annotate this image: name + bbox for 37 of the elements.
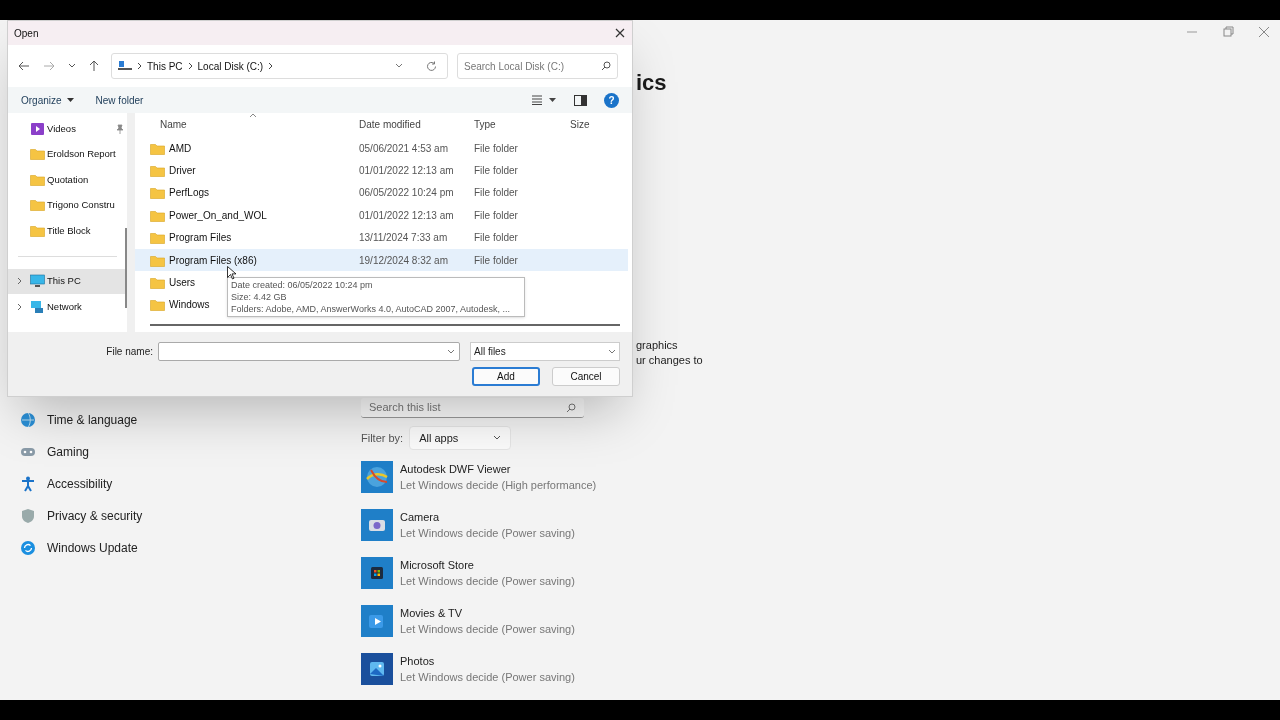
description-text: graphics (636, 338, 679, 353)
file-name: Program Files (x86) (169, 253, 257, 268)
file-name: Power_On_and_WOL (169, 208, 267, 223)
file-name: Program Files (169, 231, 232, 246)
description-text: ur changes to (636, 353, 703, 368)
app-name: Autodesk DWF Viewer (400, 462, 512, 477)
file-type: File folder (474, 209, 518, 221)
app-preference: Let Windows decide (Power saving) (400, 526, 575, 541)
filter-label: Filter by: (361, 430, 404, 446)
file-name: AMD (169, 141, 192, 156)
file-name: Windows (169, 298, 210, 313)
date-modified: 13/11/2024 7:33 am (359, 232, 448, 244)
file-type: File folder (474, 187, 518, 199)
app-name: Movies & TV (400, 606, 464, 621)
date-modified: 19/12/2024 8:32 am (359, 254, 448, 266)
app-preference: Let Windows decide (Power saving) (400, 574, 575, 589)
date-modified: 05/06/2021 4:53 am (359, 142, 448, 154)
file-type: File folder (474, 254, 518, 266)
file-name: PerfLogs (169, 186, 210, 201)
file-type: File folder (474, 142, 518, 154)
app-preference: Let Windows decide (High performance) (400, 478, 597, 493)
date-modified: 01/01/2022 12:13 am (359, 165, 454, 177)
dialog-title: Open (14, 26, 39, 41)
file-name: Driver (169, 164, 196, 179)
app-name: Microsoft Store (400, 558, 475, 573)
date-modified: 01/01/2022 12:13 am (359, 209, 454, 221)
file-name-label: File name: (106, 345, 153, 359)
file-type: File folder (474, 232, 518, 244)
tooltip: Date created: 06/05/2022 10:24 pm Size: 4.42 GB Folders: Adobe, AMD, AnswerWorks 4.0, AutoCAD 2007, Autodesk, ... (227, 277, 525, 317)
app-name: Camera (400, 510, 441, 525)
file-name: Users (169, 276, 196, 291)
page-heading: ics (636, 69, 667, 97)
date-modified: 06/05/2022 10:24 pm (359, 187, 454, 199)
app-name: Photos (400, 654, 436, 669)
file-type: File folder (474, 165, 518, 177)
app-preference: Let Windows decide (Power saving) (400, 670, 575, 685)
app-preference: Let Windows decide (Power saving) (400, 622, 575, 637)
